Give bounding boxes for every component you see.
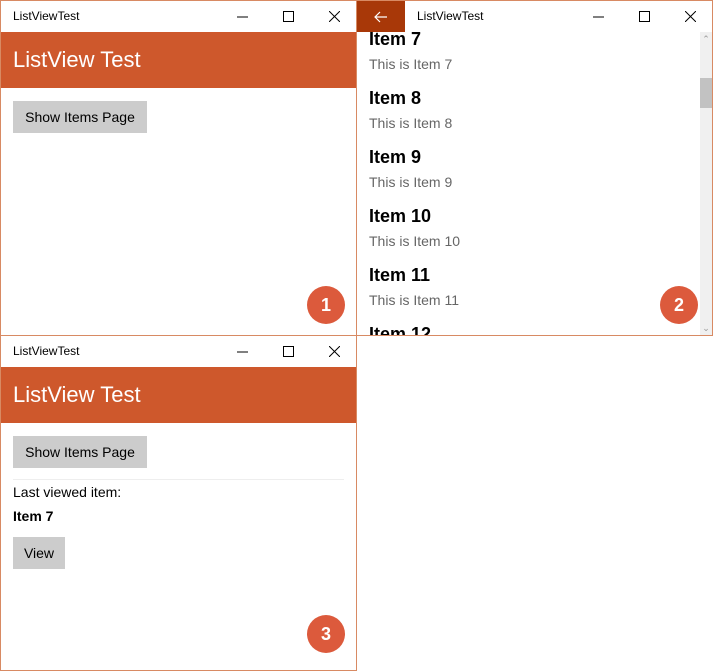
page-title: ListView Test — [13, 382, 141, 407]
list-item[interactable]: Item 7 This is Item 7 — [369, 28, 452, 74]
scroll-up-icon[interactable]: ⌃ — [700, 34, 712, 44]
list-item[interactable]: Item 12 — [369, 323, 431, 335]
window-title: ListViewTest — [13, 9, 80, 23]
maximize-icon — [282, 11, 294, 22]
minimize-icon — [592, 16, 604, 18]
minimize-icon — [236, 351, 248, 353]
close-icon — [684, 11, 696, 22]
close-icon — [328, 346, 340, 357]
maximize-icon — [282, 346, 294, 357]
minimize-button[interactable] — [575, 1, 621, 32]
list-item[interactable]: Item 11 This is Item 11 — [369, 264, 459, 310]
step-badge: 3 — [307, 615, 345, 653]
close-button[interactable] — [311, 1, 356, 32]
list-item[interactable]: Item 9 This is Item 9 — [369, 146, 452, 192]
title-bar: ListViewTest — [1, 336, 356, 367]
title-bar: ListViewTest — [357, 1, 712, 32]
minimize-button[interactable] — [219, 1, 265, 32]
show-items-page-button[interactable]: Show Items Page — [13, 101, 147, 133]
maximize-button[interactable] — [621, 1, 667, 32]
scrollbar-thumb[interactable] — [700, 78, 712, 108]
back-button[interactable] — [357, 1, 405, 32]
maximize-icon — [638, 11, 650, 22]
minimize-button[interactable] — [219, 336, 265, 367]
maximize-button[interactable] — [265, 336, 311, 367]
page-header: ListView Test — [1, 32, 356, 88]
list-item[interactable]: Item 8 This is Item 8 — [369, 87, 452, 133]
scroll-down-icon[interactable]: ⌄ — [700, 323, 712, 333]
back-arrow-icon — [374, 11, 387, 22]
scrollbar[interactable]: ⌃ ⌄ — [700, 32, 712, 335]
window-2: Item 7 This is Item 7 Item 8 This is Ite… — [356, 0, 713, 336]
window-1: ListViewTest ListView Test Show Items Pa… — [0, 0, 357, 336]
title-bar: ListViewTest — [1, 1, 356, 32]
show-items-page-button[interactable]: Show Items Page — [13, 436, 147, 468]
close-button[interactable] — [311, 336, 356, 367]
step-badge: 2 — [660, 286, 698, 324]
window-title: ListViewTest — [13, 344, 80, 358]
close-icon — [328, 11, 340, 22]
view-button[interactable]: View — [13, 537, 65, 569]
list-item[interactable]: Item 10 This is Item 10 — [369, 205, 460, 251]
window-title: ListViewTest — [417, 9, 484, 23]
maximize-button[interactable] — [265, 1, 311, 32]
last-viewed-value: Item 7 — [13, 508, 54, 524]
page-title: ListView Test — [13, 47, 141, 72]
divider — [13, 479, 344, 480]
window-3: ListViewTest ListView Test Show Items Pa… — [0, 335, 357, 671]
close-button[interactable] — [667, 1, 712, 32]
last-viewed-label: Last viewed item: — [13, 484, 122, 500]
items-list[interactable]: Item 7 This is Item 7 Item 8 This is Ite… — [357, 1, 699, 335]
page-header: ListView Test — [1, 367, 356, 423]
step-badge: 1 — [307, 286, 345, 324]
minimize-icon — [236, 16, 248, 18]
